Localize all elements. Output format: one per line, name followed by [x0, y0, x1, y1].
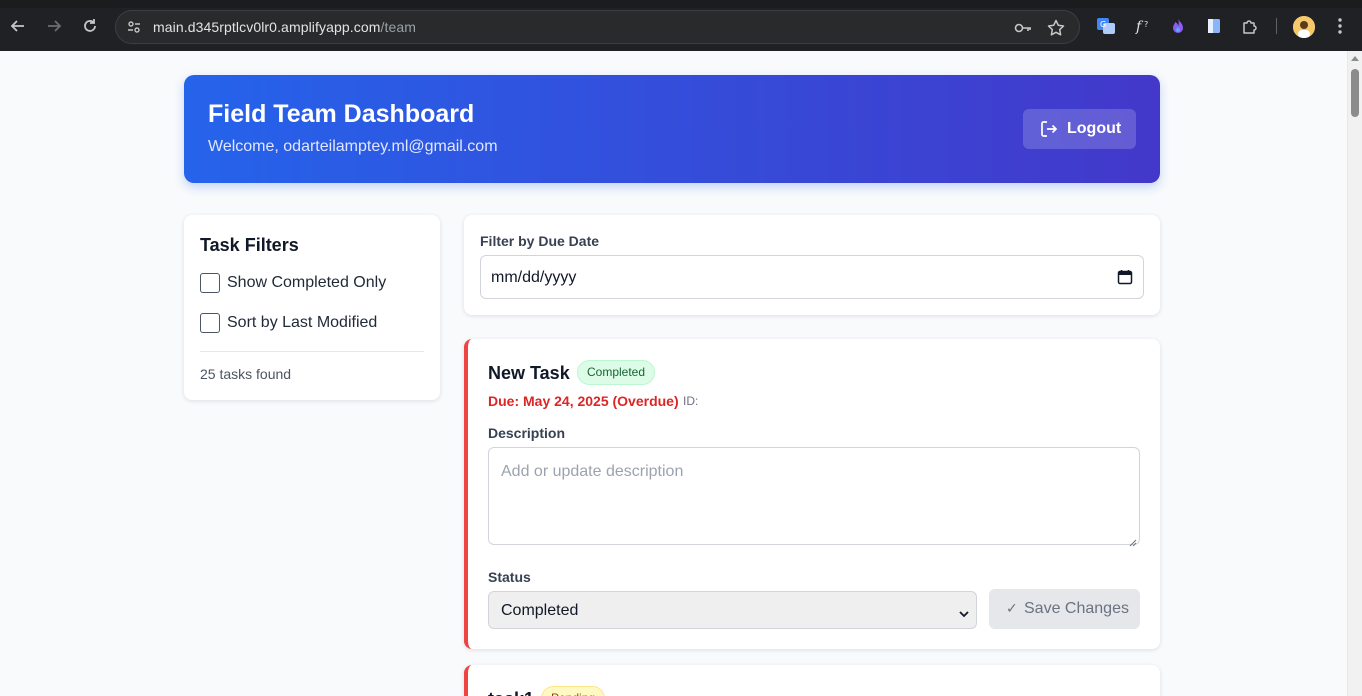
filters-divider [200, 351, 424, 352]
task-filters-panel: Task Filters Show Completed Only Sort by… [184, 215, 440, 400]
save-changes-label: Save Changes [1024, 600, 1129, 617]
task-card: New Task Completed Due: May 24, 2025 (Ov… [464, 339, 1160, 649]
calendar-icon[interactable] [1117, 269, 1133, 285]
tab-strip [0, 0, 1362, 8]
due-date-label: Filter by Due Date [480, 233, 600, 249]
task-title: task1 [488, 689, 534, 696]
browser-menu-icon[interactable] [1333, 16, 1347, 36]
page-title: Field Team Dashboard [208, 100, 475, 128]
show-completed-checkbox[interactable] [200, 273, 220, 293]
due-date-input[interactable]: mm/dd/yyyy [480, 255, 1144, 299]
scroll-up-arrow[interactable] [1351, 56, 1359, 61]
formula-extension-icon[interactable]: f? [1133, 16, 1153, 36]
dashboard-header: Field Team Dashboard Welcome, odarteilam… [184, 75, 1160, 183]
chevron-down-icon [959, 606, 969, 618]
svg-text:G: G [1100, 20, 1106, 29]
task-card: task1 Pending [464, 665, 1160, 696]
logout-icon [1040, 120, 1058, 138]
browser-toolbar: main.d345rptlcv0lr0.amplifyapp.com/team … [0, 0, 1362, 51]
due-date-text: Due: May 24, 2025 (Overdue) [488, 393, 679, 409]
profile-avatar[interactable] [1293, 16, 1315, 38]
due-date-placeholder: mm/dd/yyyy [491, 269, 577, 286]
translate-extension-icon[interactable]: G [1096, 16, 1116, 36]
task-count: 25 tasks found [200, 366, 292, 382]
filters-title: Task Filters [200, 235, 299, 255]
reload-icon[interactable] [80, 16, 100, 36]
url-path: /team [380, 19, 417, 35]
site-settings-icon[interactable] [126, 19, 142, 35]
task-id: ID: [683, 394, 699, 408]
resize-handle-icon[interactable] [1129, 534, 1137, 547]
bookmark-star-icon[interactable] [1046, 18, 1066, 38]
logout-label: Logout [1067, 120, 1122, 137]
extensions-puzzle-icon[interactable] [1240, 16, 1260, 36]
status-badge: Pending [541, 686, 606, 696]
back-icon[interactable] [8, 16, 28, 36]
svg-text:f: f [1135, 19, 1144, 35]
sort-modified-checkbox[interactable] [200, 313, 220, 333]
forward-icon[interactable] [44, 16, 64, 36]
notes-extension-icon[interactable] [1204, 16, 1224, 36]
show-completed-label[interactable]: Show Completed Only [227, 274, 386, 292]
svg-text:?: ? [1144, 20, 1148, 29]
status-label: Status [488, 569, 531, 585]
task-title: New Task [488, 363, 570, 383]
description-textarea[interactable]: Add or update description [488, 447, 1140, 547]
description-label: Description [488, 425, 566, 441]
description-placeholder: Add or update description [501, 463, 684, 480]
url-host: main.d345rptlcv0lr0.amplifyapp.com [153, 19, 381, 35]
status-select[interactable]: Completed [488, 591, 977, 629]
sort-modified-label[interactable]: Sort by Last Modified [227, 314, 377, 332]
logout-button[interactable]: Logout [1023, 109, 1136, 149]
status-select-value: Completed [501, 602, 579, 619]
page-scrollbar[interactable] [1347, 51, 1362, 696]
toolbar-divider [1276, 18, 1277, 34]
due-date-filter-panel: Filter by Due Date mm/dd/yyyy [464, 215, 1160, 315]
status-badge: Completed [577, 360, 656, 385]
scroll-thumb[interactable] [1351, 69, 1359, 117]
welcome-text: Welcome, odarteilamptey.ml@gmail.com [208, 138, 498, 155]
checkmark-icon: ✓ [1006, 600, 1018, 616]
password-key-icon[interactable] [1013, 18, 1033, 38]
save-changes-button[interactable]: ✓ Save Changes [989, 589, 1140, 629]
flame-extension-icon[interactable] [1168, 16, 1188, 36]
address-bar[interactable]: main.d345rptlcv0lr0.amplifyapp.com/team [115, 10, 1080, 44]
address-url: main.d345rptlcv0lr0.amplifyapp.com/team [153, 19, 416, 35]
